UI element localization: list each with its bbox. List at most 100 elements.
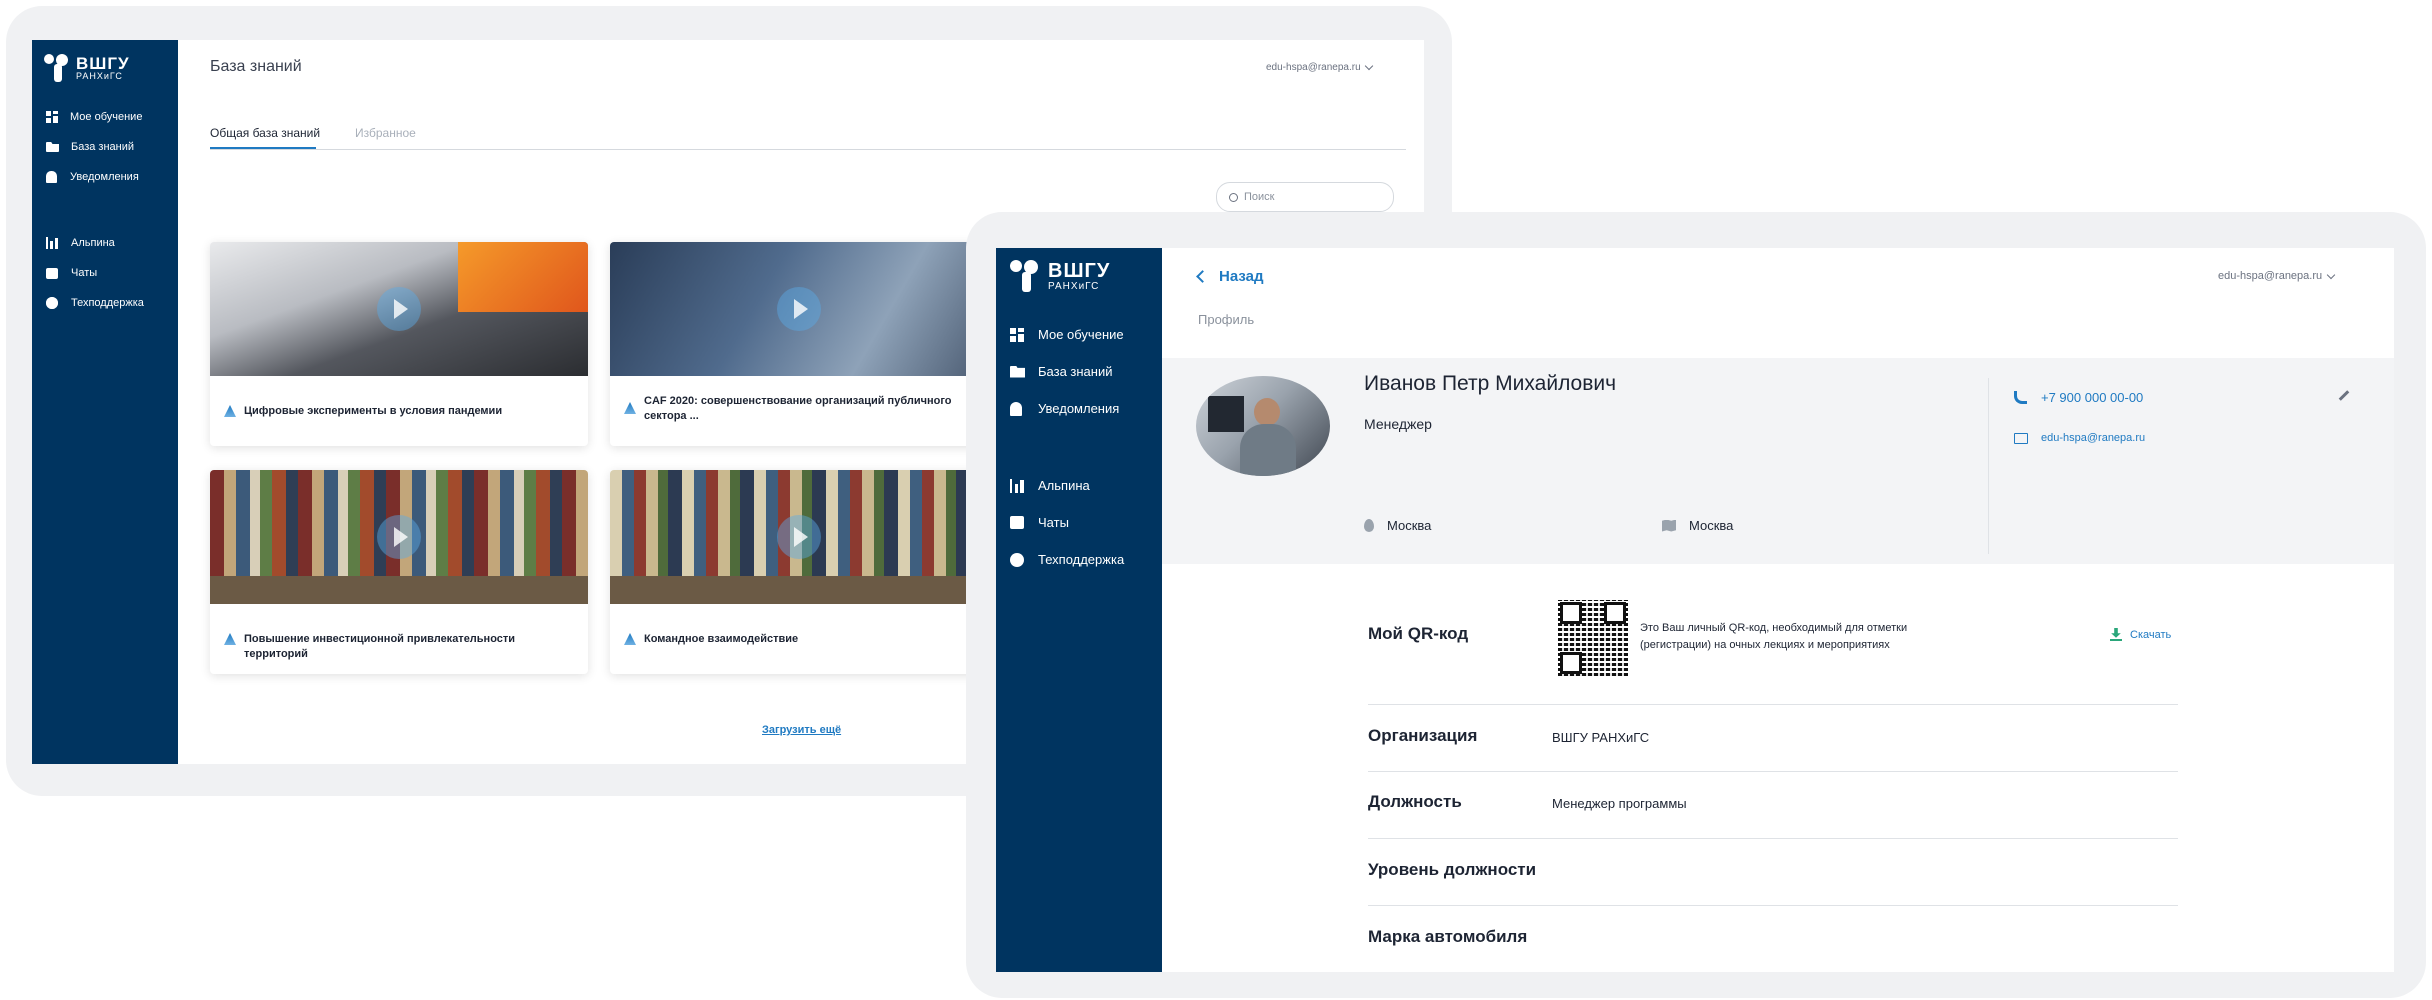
user-email: edu-hspa@ranepa.ru [2218, 270, 2323, 282]
chevron-down-icon [2326, 270, 2336, 279]
row-divider [1368, 838, 2178, 839]
bell-icon [46, 171, 57, 183]
qr-description-line1: Это Ваш личный QR-код, необходимый для о… [1640, 622, 1908, 634]
car-brand-label: Марка автомобиля [1368, 927, 1528, 946]
organization-value: ВШГУ РАНХиГС [1552, 730, 1650, 745]
tab-general[interactable]: Общая база знаний [210, 126, 320, 140]
course-icon [624, 633, 636, 645]
card-title: Повышение инвестиционной привлекательнос… [244, 633, 516, 660]
course-card[interactable]: Цифровые эксперименты в условия пандемии [210, 242, 588, 446]
sidebar-item-notifications[interactable]: Уведомления [996, 390, 1162, 427]
sidebar-item-label: Техподдержка [71, 297, 144, 309]
tab-favorites[interactable]: Избранное [355, 126, 416, 140]
sidebar-item-knowledge-base[interactable]: База знаний [32, 132, 178, 162]
chart-icon [46, 237, 59, 249]
gear-icon [1010, 552, 1024, 567]
email-value: edu-hspa@ranepa.ru [2041, 432, 2146, 444]
qr-description: Это Ваш личный QR-код, необходимый для о… [1640, 620, 1907, 654]
card-title: CAF 2020: совершенствование организаций … [644, 395, 952, 422]
sidebar-nav: Мое обучение База знаний Уведомления Аль… [996, 316, 1162, 578]
bell-icon [1010, 401, 1022, 416]
qr-code [1558, 600, 1628, 676]
logo-line2: РАНХиГС [1048, 280, 1100, 292]
chevron-down-icon [1364, 61, 1373, 71]
sidebar-item-alpina[interactable]: Альпина [32, 228, 178, 258]
organization-label: Организация [1368, 726, 1478, 745]
grid-icon [46, 111, 58, 123]
sidebar-item-my-learning[interactable]: Мое обучение [996, 316, 1162, 353]
row-divider [1368, 771, 2178, 772]
search-placeholder: Поиск [1244, 191, 1275, 203]
grid-icon [1010, 327, 1024, 342]
sidebar-item-label: Чаты [71, 267, 98, 279]
search-input[interactable]: Поиск [1216, 182, 1394, 212]
sidebar-item-label: Техподдержка [1038, 552, 1125, 567]
breadcrumb: Профиль [1198, 312, 1255, 327]
sidebar-item-chats[interactable]: Чаты [32, 258, 178, 288]
sidebar-item-notifications[interactable]: Уведомления [32, 162, 178, 192]
sidebar: ВШГУ РАНХиГС Мое обучение База знаний Ув… [996, 248, 1162, 972]
logo: ВШГУ РАНХиГС [44, 54, 130, 82]
chevron-left-icon [1196, 270, 1209, 283]
card-image-writing [610, 242, 988, 376]
page-title: База знаний [210, 58, 302, 75]
user-menu[interactable]: edu-hspa@ranepa.ru [1266, 61, 1373, 73]
sidebar-item-label: Альпина [71, 237, 115, 249]
download-icon [2110, 628, 2122, 641]
profile-screen: ВШГУ РАНХиГС Мое обучение База знаний Ув… [996, 248, 2394, 972]
card-image-books [210, 470, 588, 604]
sidebar-item-chats[interactable]: Чаты [996, 504, 1162, 541]
play-icon [377, 287, 421, 331]
card-title: Цифровые эксперименты в условия пандемии [244, 405, 503, 417]
profile-role: Менеджер [1364, 416, 1432, 432]
load-more-link[interactable]: Загрузить ещё [762, 724, 841, 736]
course-card[interactable]: Командное взаимодействие [610, 470, 988, 674]
sidebar-item-alpina[interactable]: Альпина [996, 467, 1162, 504]
qr-description-line2: (регистрации) на очных лекциях и меропри… [1640, 639, 1890, 652]
card-image-laptop [210, 242, 588, 376]
logo-line2: РАНХиГС [76, 70, 123, 81]
course-card[interactable]: Повышение инвестиционной привлекательнос… [210, 470, 588, 674]
map-icon [1662, 519, 1676, 532]
position-level-label: Уровень должности [1368, 860, 1537, 879]
sidebar-item-label: База знаний [1038, 364, 1113, 379]
profile-header: Иванов Петр Михайлович Менеджер Москва М… [1162, 358, 2394, 564]
position-label: Должность [1368, 792, 1462, 811]
download-button[interactable]: Скачать [2110, 628, 2171, 641]
sidebar-item-label: Уведомления [1038, 401, 1120, 416]
sidebar-item-my-learning[interactable]: Мое обучение [32, 102, 178, 132]
edit-icon[interactable] [2338, 390, 2350, 401]
row-divider [1368, 704, 2178, 705]
avatar [1196, 376, 1330, 476]
chat-icon [46, 267, 58, 279]
logo-mark-icon [44, 54, 68, 82]
folder-icon [1010, 365, 1025, 378]
contacts-divider [1988, 378, 1989, 554]
sidebar-item-support[interactable]: Техподдержка [996, 541, 1162, 578]
user-email: edu-hspa@ranepa.ru [1266, 62, 1361, 73]
sidebar-item-knowledge-base[interactable]: База знаний [996, 353, 1162, 390]
city-field: Москва [1364, 518, 1431, 533]
download-label: Скачать [2130, 628, 2172, 641]
sidebar-nav: Мое обучение База знаний Уведомления Аль… [32, 102, 178, 318]
sidebar-item-label: Мое обучение [70, 111, 143, 123]
course-card[interactable]: CAF 2020: совершенствование организаций … [610, 242, 988, 446]
back-link[interactable]: Назад [1196, 268, 1264, 285]
play-icon [377, 515, 421, 559]
back-link-label: Назад [1219, 268, 1264, 285]
play-icon [777, 287, 821, 331]
region-field: Москва [1662, 518, 1733, 533]
phone-field[interactable]: +7 900 000 00-00 [2014, 390, 2143, 405]
card-image-books [610, 470, 988, 604]
course-icon [224, 405, 236, 417]
region-value: Москва [1689, 518, 1734, 533]
email-field[interactable]: edu-hspa@ranepa.ru [2014, 432, 2145, 444]
card-title: Командное взаимодействие [644, 633, 799, 645]
user-menu[interactable]: edu-hspa@ranepa.ru [2218, 270, 2336, 282]
sidebar: ВШГУ РАНХиГС Мое обучение База знаний Ув… [32, 40, 178, 764]
sidebar-item-support[interactable]: Техподдержка [32, 288, 178, 318]
qr-label: Мой QR-код [1368, 624, 1469, 643]
phone-icon [2014, 391, 2027, 404]
course-icon [224, 633, 236, 645]
play-icon [777, 515, 821, 559]
